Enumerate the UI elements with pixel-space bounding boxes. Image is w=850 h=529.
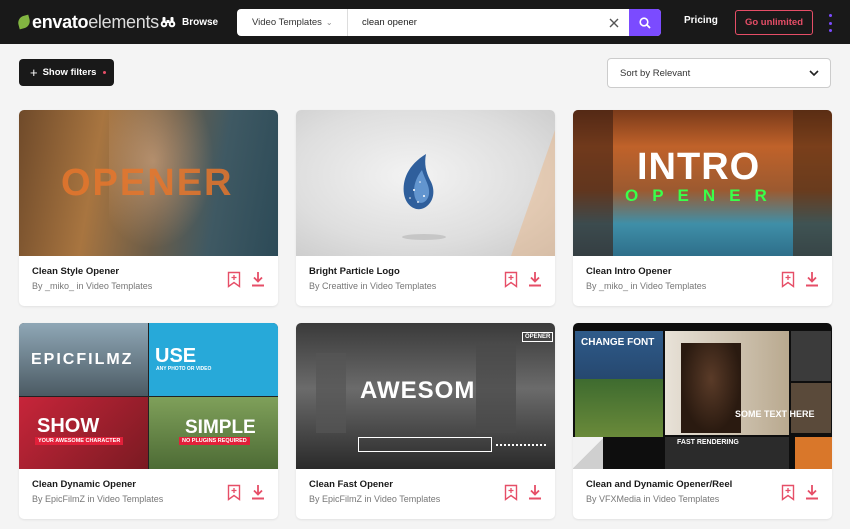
search-icon [639, 16, 651, 29]
filters-indicator-dot [103, 71, 107, 74]
item-title[interactable]: Clean and Dynamic Opener/Reel [586, 479, 732, 490]
thumb-title-text: AWESOM [360, 377, 476, 404]
download-icon[interactable] [528, 484, 542, 500]
download-icon[interactable] [805, 484, 819, 500]
download-icon[interactable] [805, 271, 819, 287]
bookmark-add-icon[interactable] [504, 484, 518, 501]
logo-wordmark: envatoelements [32, 12, 159, 33]
thumb-title-text: OPENER [61, 162, 234, 204]
item-card[interactable]: INTRO OPENER Clean Intro Opener By _miko… [573, 110, 832, 306]
thumb-text-use: USE [155, 345, 197, 367]
bookmark-add-icon[interactable] [227, 271, 241, 288]
item-thumbnail[interactable]: INTRO OPENER [573, 110, 832, 256]
thumb-text-change-font: CHANGE FONT [581, 337, 655, 348]
item-title[interactable]: Clean Intro Opener [586, 266, 672, 277]
item-card[interactable]: CHANGE FONT SOME TEXT HERE FAST RENDERIN… [573, 323, 832, 519]
show-filters-button[interactable]: + Show filters [19, 59, 114, 86]
thumb-text-show-sub: YOUR AWESOME CHARACTER [35, 437, 124, 445]
thumb-text-simple: SIMPLE [185, 417, 256, 438]
envato-elements-logo[interactable]: envatoelements [16, 12, 159, 33]
item-thumbnail[interactable] [296, 110, 555, 256]
top-navigation-bar: envatoelements Browse Video Templates ⌄ [0, 0, 850, 44]
bookmark-add-icon[interactable] [781, 484, 795, 501]
download-icon[interactable] [528, 271, 542, 287]
logo-text-bold: envato [32, 11, 89, 32]
thumb-badge-text: OPENER [522, 332, 554, 342]
item-card[interactable]: Bright Particle Logo By Creattive in Vid… [296, 110, 555, 306]
item-card[interactable]: OPENER Clean Style Opener By _miko_ in V… [19, 110, 278, 306]
thumb-text-use-sub: ANY PHOTO OR VIDEO [156, 366, 212, 372]
bookmark-add-icon[interactable] [504, 271, 518, 288]
show-filters-label: Show filters [42, 67, 97, 78]
browse-menu-button[interactable]: Browse [160, 12, 218, 32]
item-author[interactable]: By _miko_ in Video Templates [32, 281, 152, 291]
item-thumbnail[interactable]: OPENER AWESOM [296, 323, 555, 469]
sort-dropdown[interactable]: Sort by Relevant [607, 58, 831, 88]
thumb-text-simple-sub: NO PLUGINS REQUIRED [179, 437, 250, 445]
chevron-down-icon: ⌄ [325, 18, 333, 27]
search-submit-button[interactable] [629, 9, 661, 36]
item-author[interactable]: By _miko_ in Video Templates [586, 281, 706, 291]
item-card[interactable]: EPICFILMZ USE ANY PHOTO OR VIDEO SHOW YO… [19, 323, 278, 519]
item-title[interactable]: Clean Style Opener [32, 266, 119, 277]
binoculars-icon [160, 17, 176, 28]
envato-leaf-icon [16, 14, 32, 30]
item-title[interactable]: Clean Dynamic Opener [32, 479, 136, 490]
pricing-link[interactable]: Pricing [684, 15, 718, 26]
item-title[interactable]: Bright Particle Logo [309, 266, 400, 277]
chevron-down-icon [809, 70, 819, 77]
thumb-text-show: SHOW [37, 415, 100, 437]
thumb-text-epicfilmz: EPICFILMZ [31, 351, 134, 368]
item-thumbnail[interactable]: EPICFILMZ USE ANY PHOTO OR VIDEO SHOW YO… [19, 323, 278, 469]
sort-label: Sort by Relevant [620, 67, 691, 79]
clear-search-button[interactable] [599, 9, 629, 36]
thumb-text-some-text: SOME TEXT HERE [735, 409, 815, 419]
search-category-label: Video Templates [252, 17, 322, 28]
browse-label: Browse [182, 16, 219, 28]
bookmark-add-icon[interactable] [781, 271, 795, 288]
item-author[interactable]: By EpicFilmZ in Video Templates [32, 494, 163, 504]
thumb-title-text: INTRO [637, 146, 761, 188]
item-author[interactable]: By Creattive in Video Templates [309, 281, 436, 291]
item-author[interactable]: By VFXMedia in Video Templates [586, 494, 719, 504]
bookmark-add-icon[interactable] [227, 484, 241, 501]
item-thumbnail[interactable]: OPENER [19, 110, 278, 256]
item-thumbnail[interactable]: CHANGE FONT SOME TEXT HERE FAST RENDERIN… [573, 323, 832, 469]
download-icon[interactable] [251, 484, 265, 500]
particle-logo-graphic [402, 130, 555, 256]
search-bar: Video Templates ⌄ [237, 9, 661, 36]
go-unlimited-button[interactable]: Go unlimited [735, 10, 813, 35]
search-category-select[interactable]: Video Templates ⌄ [237, 9, 348, 36]
search-input[interactable] [348, 9, 599, 36]
download-icon[interactable] [251, 271, 265, 287]
item-author[interactable]: By EpicFilmZ in Video Templates [309, 494, 440, 504]
logo-text-light: elements [88, 11, 159, 32]
item-card[interactable]: OPENER AWESOM Clean Fast Opener By EpicF… [296, 323, 555, 519]
item-title[interactable]: Clean Fast Opener [309, 479, 393, 490]
thumb-text-fast-rendering: FAST RENDERING [677, 439, 739, 446]
close-icon [609, 18, 619, 27]
plus-icon: + [30, 65, 38, 80]
thumb-subtitle-text: OPENER [625, 186, 781, 205]
kebab-menu-icon[interactable] [826, 14, 834, 32]
